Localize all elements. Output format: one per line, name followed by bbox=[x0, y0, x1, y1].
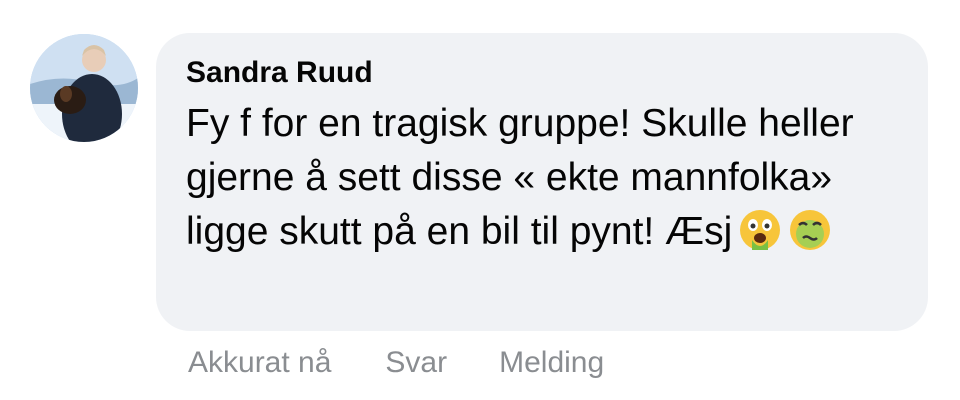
reply-button[interactable]: Svar bbox=[385, 346, 447, 380]
vomiting-face-emoji-icon bbox=[738, 208, 782, 252]
comment-actions: Akkurat nå Svar Melding bbox=[188, 346, 604, 380]
comment-bubble: Sandra Ruud Fy f for en tragisk gruppe! … bbox=[156, 33, 928, 331]
nauseated-face-emoji-icon bbox=[788, 208, 832, 252]
comment-body: Fy f for en tragisk gruppe! Skulle helle… bbox=[186, 97, 876, 259]
avatar[interactable] bbox=[30, 34, 138, 142]
comment-author[interactable]: Sandra Ruud bbox=[186, 55, 898, 91]
comment-timestamp: Akkurat nå bbox=[188, 346, 332, 379]
emoji-group bbox=[738, 208, 832, 252]
comment: Sandra Ruud Fy f for en tragisk gruppe! … bbox=[0, 0, 960, 400]
message-button[interactable]: Melding bbox=[499, 346, 604, 380]
profile-photo bbox=[30, 34, 138, 142]
